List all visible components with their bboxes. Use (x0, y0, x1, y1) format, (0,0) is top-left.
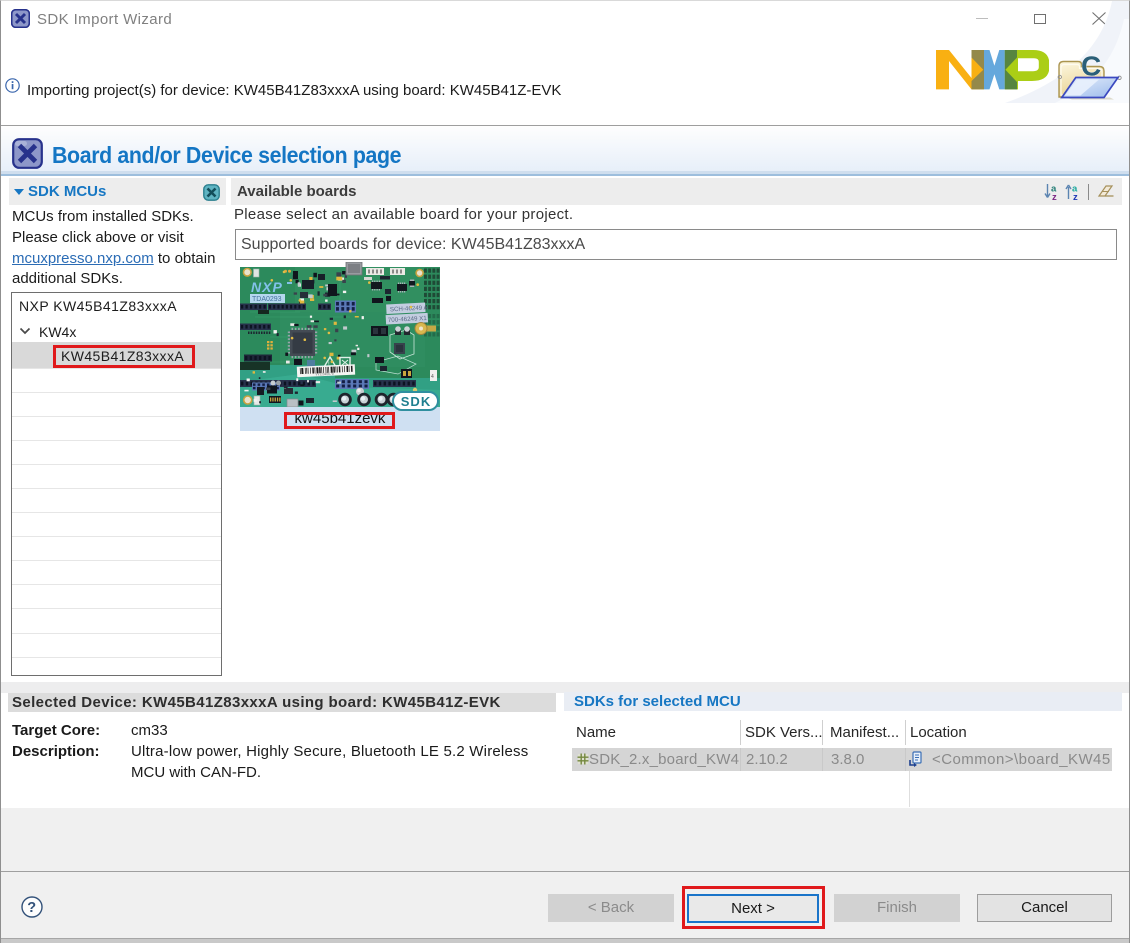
svg-text:YY12345678: YY12345678 (315, 372, 334, 377)
svg-text:TDA0293: TDA0293 (252, 296, 282, 303)
svg-text:4: 4 (431, 374, 434, 380)
svg-text:NXP: NXP (251, 279, 283, 295)
svg-text:?: ? (27, 900, 36, 916)
svg-text:z: z (1052, 192, 1057, 201)
svg-text:z: z (1073, 192, 1078, 201)
